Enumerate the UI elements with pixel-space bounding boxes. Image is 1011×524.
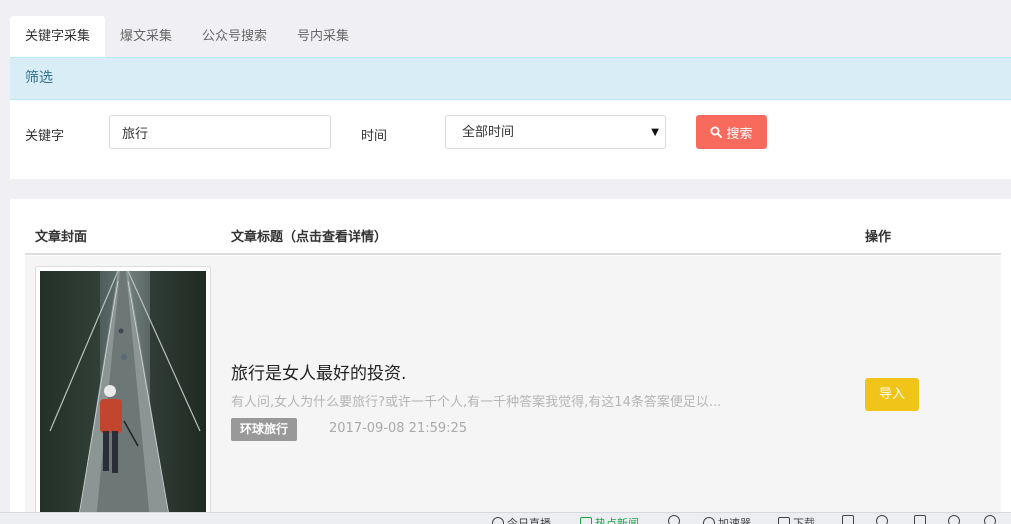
taskbar-icon-screen[interactable] [914,515,926,524]
filter-row: 关键字 时间 全部时间 ▼ 搜索 [10,100,1011,179]
search-button-label: 搜索 [726,126,753,142]
bottom-taskbar: 今日直播 热点新闻 加速器 下载 [0,512,1011,524]
volume-icon [948,515,960,524]
table-header: 文章封面 文章标题（点击查看详情） 操作 [25,199,1001,255]
keyword-label: 关键字 [25,129,65,144]
article-cover[interactable] [35,266,211,524]
play-icon [492,517,504,524]
screen-icon [914,515,926,524]
news-icon [580,517,592,524]
filter-panel: 筛选 关键字 时间 全部时间 ▼ 搜索 [10,57,1011,179]
filter-header: 筛选 [10,57,1011,100]
search-button[interactable]: 搜索 [696,115,767,149]
tab-account-search[interactable]: 公众号搜索 [187,16,282,57]
taskbar-item-news[interactable]: 热点新闻 [580,515,639,524]
time-select-value: 全部时间 [462,125,515,140]
taskbar-icon-window[interactable] [842,515,854,524]
taskbar-item-live[interactable]: 今日直播 [492,515,551,524]
rocket-icon [703,517,715,524]
search-icon [710,126,723,138]
result-panel: 文章封面 文章标题（点击查看详情） 操作 旅行是女人最好的投资. 有人问,女人为… [10,199,1011,524]
taskbar-icon-volume[interactable] [948,515,960,524]
taskbar-item-globe[interactable] [668,515,680,524]
download-icon [778,517,790,524]
header-cover: 文章封面 [35,230,88,245]
zoom-icon [984,515,996,524]
cover-image [40,271,206,521]
tab-viral-collect[interactable]: 爆文采集 [105,16,187,57]
tab-in-account-collect[interactable]: 号内采集 [282,16,364,57]
header-title: 文章标题（点击查看详情） [231,230,388,245]
article-tag-badge: 环球旅行 [231,418,298,441]
taskbar-item-download[interactable]: 下载 [778,515,815,524]
table-row: 旅行是女人最好的投资. 有人问,女人为什么要旅行?或许一千个人,有一千种答案我觉… [25,256,1001,524]
time-select[interactable]: 全部时间 ▼ [445,115,666,149]
tab-bar: 关键字采集 爆文采集 公众号搜索 号内采集 [10,16,364,57]
import-button[interactable]: 导入 [865,378,919,411]
header-action: 操作 [865,230,892,245]
article-title-link[interactable]: 旅行是女人最好的投资. [231,359,406,384]
tab-keyword-collect[interactable]: 关键字采集 [10,16,106,57]
article-date: 2017-09-08 21:59:25 [329,421,468,436]
browser-icon [876,515,888,524]
time-label: 时间 [361,129,388,144]
article-summary: 有人问,女人为什么要旅行?或许一千个人,有一千种答案我觉得,有这14条答案便足以… [231,395,722,410]
globe-icon [668,515,680,524]
keyword-input[interactable] [109,115,331,149]
taskbar-icon-zoom[interactable] [984,515,996,524]
caret-down-icon: ▼ [651,127,659,138]
window-icon [842,515,854,524]
taskbar-item-accelerator[interactable]: 加速器 [703,515,751,524]
taskbar-icon-browser[interactable] [876,515,888,524]
